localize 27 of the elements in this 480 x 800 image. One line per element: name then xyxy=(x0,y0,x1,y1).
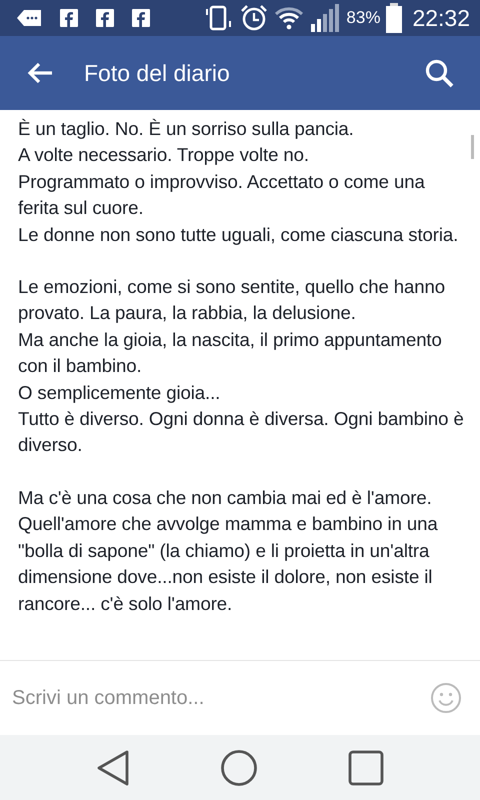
post-text: O semplicemente gioia... xyxy=(18,380,222,405)
app-notification-icon xyxy=(132,9,150,27)
app-notification-icon xyxy=(60,9,78,27)
post-text: Ma anche la gioia, la nascita, il primo appuntamento con il bambino. xyxy=(18,328,443,378)
signal-icon xyxy=(310,4,340,32)
post-text: Tutto è diverso. Ogni donna è diversa. Ogni bambino è diverso. xyxy=(18,407,465,458)
home-nav-icon[interactable] xyxy=(220,748,258,786)
search-icon[interactable] xyxy=(424,58,454,88)
post-text: Le emozioni, come si sono sentite, quello che hanno provato. La paura, la rabbia, la delusione. xyxy=(18,275,446,326)
battery-percent: 83% xyxy=(346,8,380,28)
back-arrow-icon[interactable] xyxy=(26,61,54,85)
post-text: È un taglio. No. È un sorriso sulla pancia. xyxy=(18,117,355,141)
post-text: Quell'amore che avvolge mamma e bambino in una "bolla di sapone" (la chiamo) e li proietta in un'altra dimensione dove...non esiste il dolore, non esiste il rancore... c'è solo l'amore. xyxy=(18,512,439,616)
wifi-icon xyxy=(274,6,304,30)
comment-input-field[interactable]: Scrivi un commento... xyxy=(12,686,430,710)
back-nav-icon[interactable] xyxy=(96,748,130,786)
post-text: Le donne non sono tutte uguali, come ciascuna storia. xyxy=(18,222,460,247)
notification-icon xyxy=(16,9,42,27)
alarm-icon xyxy=(240,4,268,32)
post-text: A volte necessario. Troppe volte no. xyxy=(18,143,310,168)
app-notification-icon xyxy=(96,9,114,27)
post-text: Programmato o improvviso. Accettato o come una ferita sul cuore. xyxy=(18,170,426,220)
clock-time: 22:32 xyxy=(412,4,470,32)
battery-icon xyxy=(386,3,402,33)
page-title: Foto del diario xyxy=(84,60,231,86)
recents-nav-icon[interactable] xyxy=(348,750,384,786)
post-text: Ma c'è una cosa che non cambia mai ed è l'amore. xyxy=(18,486,433,510)
